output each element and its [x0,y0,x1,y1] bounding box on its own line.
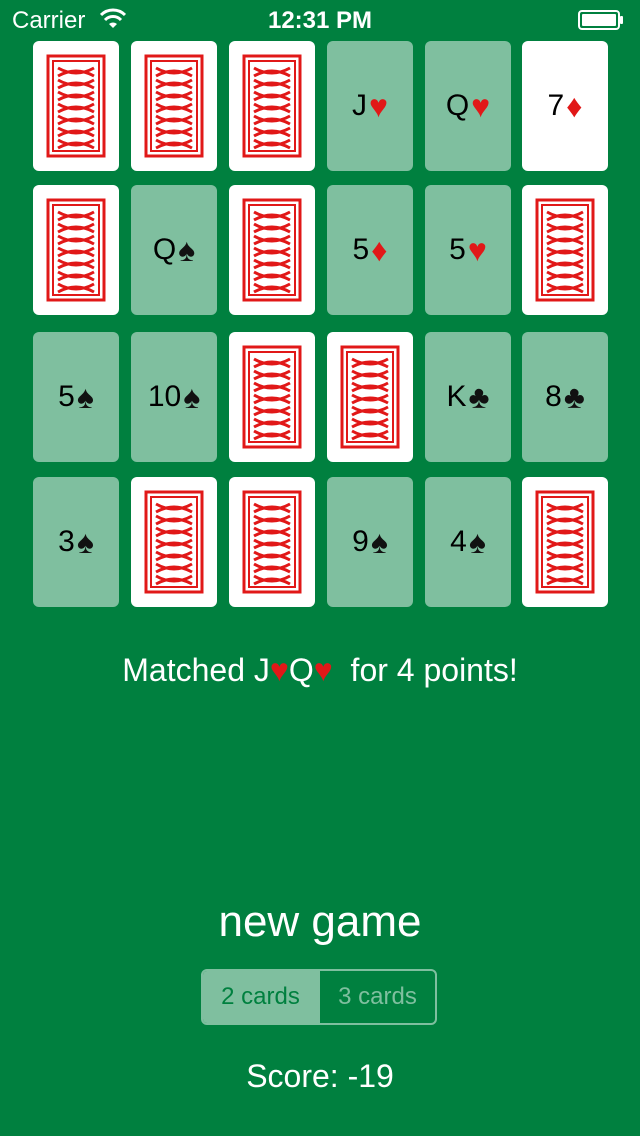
mode-3-cards[interactable]: 3 cards [318,971,435,1023]
card[interactable] [229,41,315,171]
card[interactable] [327,332,413,462]
card[interactable] [33,185,119,315]
card-face: K ♣ [425,332,511,462]
card-suit-icon: ♥ [467,231,487,268]
card-rank: 8 [545,380,562,413]
card[interactable]: 3 ♠ [33,477,119,607]
card[interactable] [522,477,608,607]
card-rank: 4 [450,525,467,558]
card-suit-icon: ♠ [468,523,486,560]
card[interactable] [522,185,608,315]
card-back-pattern-icon [242,490,302,594]
card-rank: 10 [147,380,182,413]
message-card2-rank: Q [288,652,314,688]
card-face: 8 ♣ [522,332,608,462]
message-prefix: Matched [122,652,254,688]
card-rank: 5 [449,233,466,266]
message-card1-suit-icon: ♥ [269,652,289,688]
card-face: 3 ♠ [33,477,119,607]
card-back-pattern-icon [242,54,302,158]
card[interactable]: 9 ♠ [327,477,413,607]
card-face: 9 ♠ [327,477,413,607]
card[interactable]: 4 ♠ [425,477,511,607]
card-rank: 5 [58,380,75,413]
card[interactable]: 5 ♠ [33,332,119,462]
card-rank: 7 [547,89,565,122]
card-suit-icon: ♠ [76,378,94,415]
card-suit-icon: ♦ [566,87,583,124]
card-suit-icon: ♥ [471,87,491,124]
card-face: Q ♥ [425,41,511,171]
card-back-pattern-icon [46,54,106,158]
card-suit-icon: ♠ [76,523,94,560]
card-rank: Q [445,89,470,122]
new-game-button[interactable]: new game [0,897,640,947]
card-face: 5 ♦ [327,185,413,315]
card-face: 7 ♦ [522,41,608,171]
card[interactable]: Q ♥ [425,41,511,171]
message-card1-rank: J [253,652,270,688]
card-grid: J ♥ Q ♥ 7 ♦ Q ♠ 5 ♦ 5 ♥ 5 ♠ 10 ♠ K ♣ 8 ♣ 3 ♠ 9 ♠ 4 ♠ [0,0,640,620]
card-suit-icon: ♣ [468,378,490,415]
card-suit-icon: ♥ [369,87,388,124]
card[interactable] [229,477,315,607]
card-face: J ♥ [327,41,413,171]
card[interactable]: K ♣ [425,332,511,462]
card-back-pattern-icon [242,345,302,449]
card[interactable] [131,41,217,171]
card-rank: 9 [352,525,369,558]
card[interactable]: 8 ♣ [522,332,608,462]
card-rank: K [446,380,467,413]
card-face: 5 ♥ [425,185,511,315]
card[interactable] [229,185,315,315]
card-back-pattern-icon [144,54,204,158]
message-card2-suit-icon: ♥ [313,652,333,688]
card[interactable]: Q ♠ [131,185,217,315]
card-back-pattern-icon [535,490,595,594]
card[interactable] [131,477,217,607]
card[interactable] [229,332,315,462]
card-suit-icon: ♣ [563,378,585,415]
card-rank: J [352,89,367,122]
card[interactable]: 7 ♦ [522,41,608,171]
mode-2-cards[interactable]: 2 cards [203,971,318,1023]
card-back-pattern-icon [535,198,595,302]
card-back-pattern-icon [340,345,400,449]
card[interactable]: 5 ♦ [327,185,413,315]
score-label: Score: -19 [246,1058,394,1094]
card-back-pattern-icon [46,198,106,302]
card[interactable]: J ♥ [327,41,413,171]
card-back-pattern-icon [242,198,302,302]
card-rank: Q [152,233,177,266]
card-face: 10 ♠ [131,332,217,462]
card[interactable]: 5 ♥ [425,185,511,315]
card-face: 5 ♠ [33,332,119,462]
message-suffix: for 4 points! [332,652,518,688]
card-back-pattern-icon [144,490,204,594]
card[interactable]: 10 ♠ [131,332,217,462]
card-suit-icon: ♠ [370,523,388,560]
card-suit-icon: ♦ [371,231,388,268]
card[interactable] [33,41,119,171]
match-message: Matched J♥Q♥ for 4 points! [0,652,640,689]
card-rank: 3 [58,525,75,558]
card-rank: 5 [352,233,370,266]
card-face: Q ♠ [131,185,217,315]
card-face: 4 ♠ [425,477,511,607]
mode-segmented-control: 2 cards 3 cards [201,969,437,1025]
card-suit-icon: ♠ [178,231,196,268]
card-suit-icon: ♠ [183,378,201,415]
